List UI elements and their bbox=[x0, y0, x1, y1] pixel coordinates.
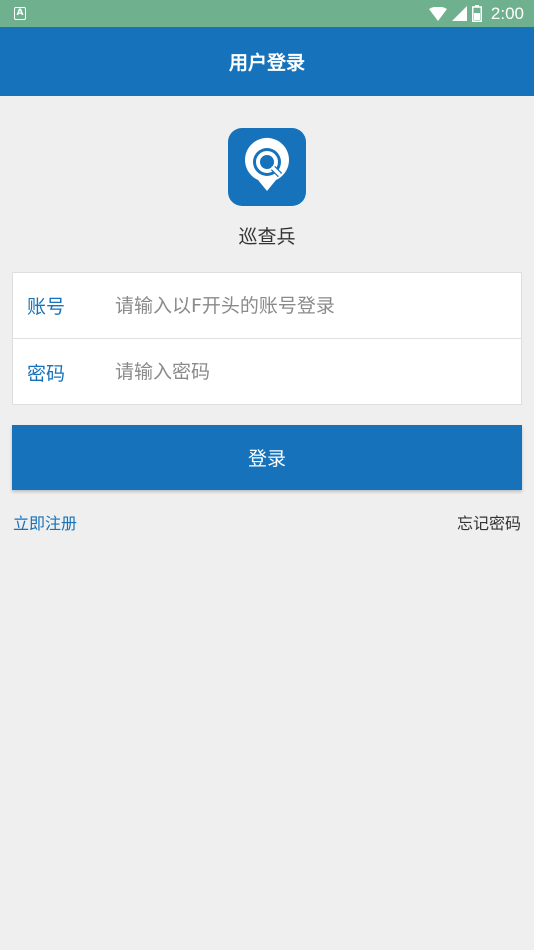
signal-icon bbox=[451, 6, 467, 21]
account-row: 账号 bbox=[13, 273, 521, 339]
app-logo bbox=[228, 128, 306, 206]
register-link[interactable]: 立即注册 bbox=[13, 510, 77, 534]
password-row: 密码 bbox=[13, 339, 521, 405]
status-bar: A 2:00 bbox=[0, 0, 534, 27]
account-input[interactable] bbox=[101, 273, 521, 338]
forgot-password-link[interactable]: 忘记密码 bbox=[457, 510, 521, 534]
status-icons: 2:00 bbox=[428, 0, 524, 27]
account-label: 账号 bbox=[27, 296, 66, 318]
app-bar: 用户登录 bbox=[0, 27, 534, 96]
wifi-icon bbox=[428, 6, 447, 21]
password-label: 密码 bbox=[27, 362, 66, 385]
app-name: 巡查兵 bbox=[238, 226, 296, 248]
status-time: 2:00 bbox=[490, 3, 524, 23]
login-button[interactable]: 登录 bbox=[12, 425, 522, 490]
battery-icon bbox=[471, 5, 482, 22]
notification-icon: A bbox=[14, 7, 26, 20]
password-input[interactable] bbox=[101, 339, 521, 405]
login-form: 账号 密码 bbox=[12, 272, 522, 405]
page-title: 用户登录 bbox=[228, 52, 305, 74]
search-location-icon bbox=[245, 137, 289, 191]
